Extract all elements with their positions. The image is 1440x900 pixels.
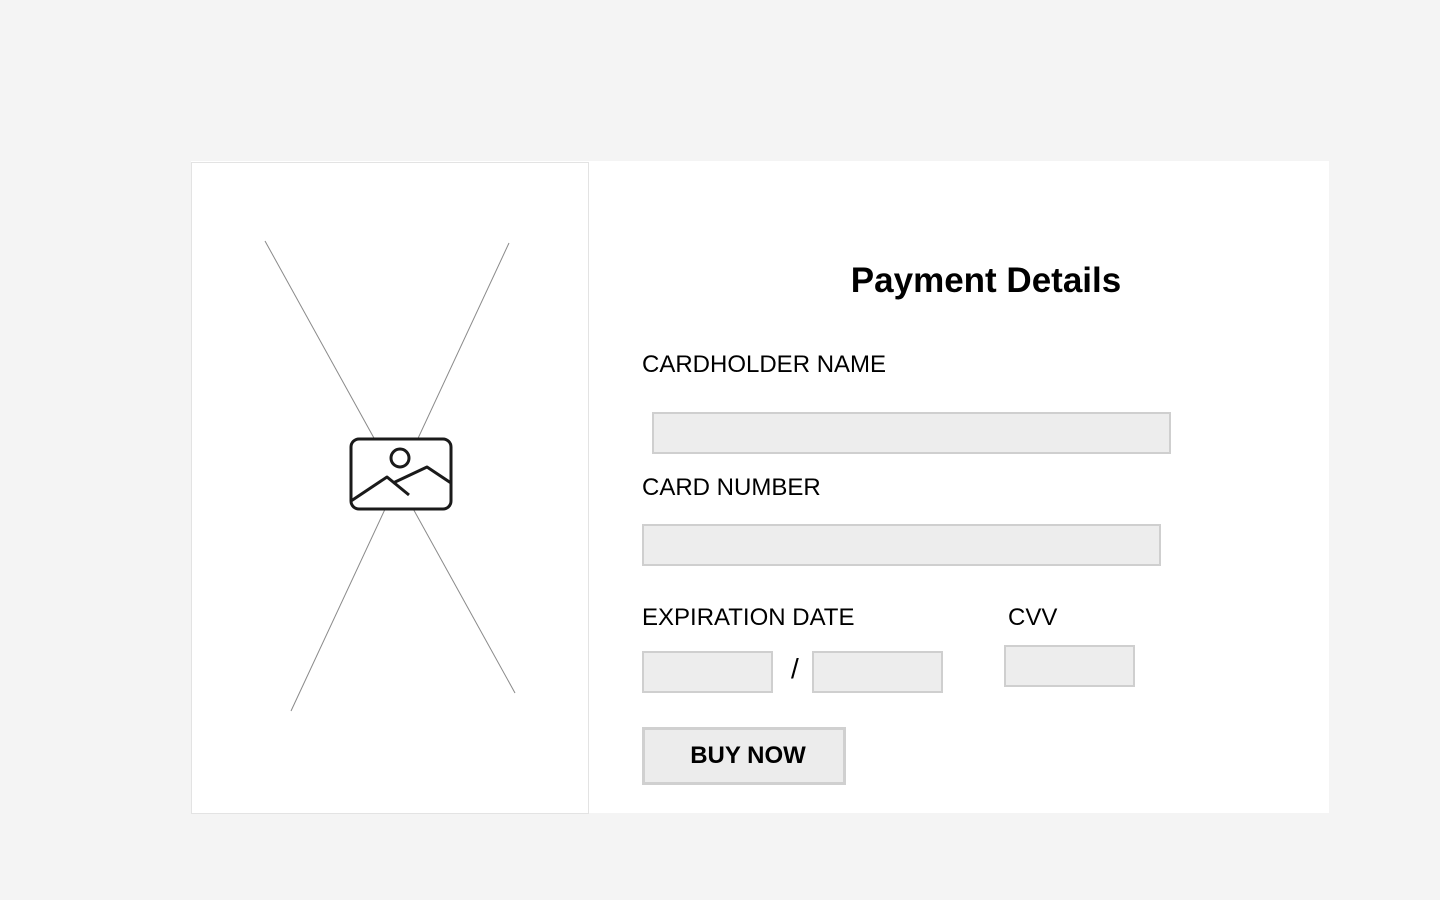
cvv-label: CVV (1008, 604, 1058, 631)
cardholder-name-field[interactable] (652, 412, 1171, 454)
image-placeholder-icon (349, 437, 453, 511)
buy-now-button[interactable]: BUY NOW (642, 727, 846, 785)
card-number-label: CARD NUMBER (642, 474, 821, 501)
expiration-year-field[interactable] (812, 651, 943, 693)
cardholder-name-label: CARDHOLDER NAME (642, 351, 887, 378)
expiration-month-field[interactable] (642, 651, 773, 693)
payment-card: Payment Details CARDHOLDER NAME CARD NUM… (191, 161, 1329, 814)
expiration-separator: / (791, 653, 799, 684)
card-number-field[interactable] (642, 524, 1161, 566)
page-title: Payment Details (850, 261, 1122, 300)
payment-form: Payment Details CARDHOLDER NAME CARD NUM… (588, 161, 1329, 813)
product-image-placeholder (191, 162, 589, 814)
expiration-date-label: EXPIRATION DATE (642, 604, 855, 631)
cvv-field[interactable] (1004, 645, 1135, 687)
